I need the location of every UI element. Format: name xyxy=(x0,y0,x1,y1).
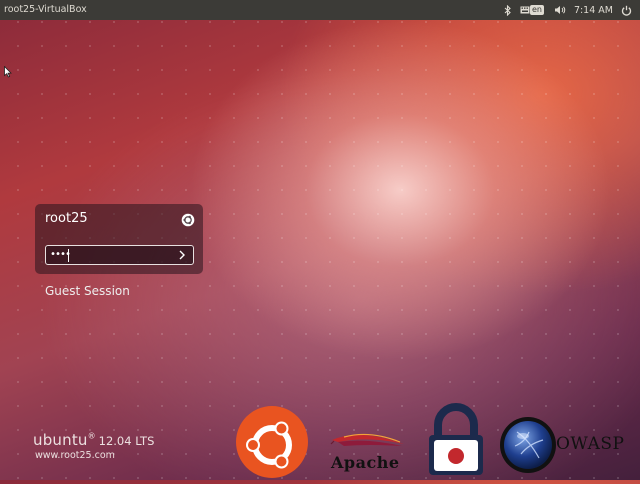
owasp-label: OWASP xyxy=(556,434,625,454)
hostname-label: root25-VirtualBox xyxy=(4,4,87,15)
keyboard-icon xyxy=(520,6,530,14)
password-input[interactable]: •••• xyxy=(45,245,194,265)
lock-icon xyxy=(427,403,485,479)
clock-label[interactable]: 7:14 AM xyxy=(574,5,613,16)
keyboard-indicator[interactable]: en xyxy=(520,5,546,15)
website-label: www.root25.com xyxy=(35,450,115,461)
os-version: 12.04 LTS xyxy=(98,434,155,448)
volume-icon[interactable] xyxy=(554,5,566,15)
ubuntu-session-icon[interactable] xyxy=(181,212,195,231)
username-label[interactable]: root25 xyxy=(45,211,88,226)
bluetooth-icon[interactable] xyxy=(504,4,512,16)
mouse-pointer-icon xyxy=(4,63,12,82)
indicator-tray: en 7:14 AM xyxy=(504,0,632,20)
os-name: ubuntu xyxy=(33,431,88,449)
login-greeter: root25 •••• xyxy=(35,204,203,274)
apache-label: Apache xyxy=(331,453,400,472)
guest-session-link[interactable]: Guest Session xyxy=(45,284,130,298)
owasp-wasp-icon xyxy=(499,414,557,480)
text-caret xyxy=(68,249,69,262)
power-icon[interactable] xyxy=(621,5,632,16)
keyboard-layout-label: en xyxy=(529,5,544,15)
registered-mark: ® xyxy=(87,431,96,441)
ubuntu-logo-icon xyxy=(236,405,308,484)
ubuntu-branding: ubuntu® 12.04 LTS www.root25.com xyxy=(33,430,155,461)
chevron-right-icon[interactable] xyxy=(177,248,187,265)
top-panel: root25-VirtualBox en 7:14 AM xyxy=(0,0,640,20)
